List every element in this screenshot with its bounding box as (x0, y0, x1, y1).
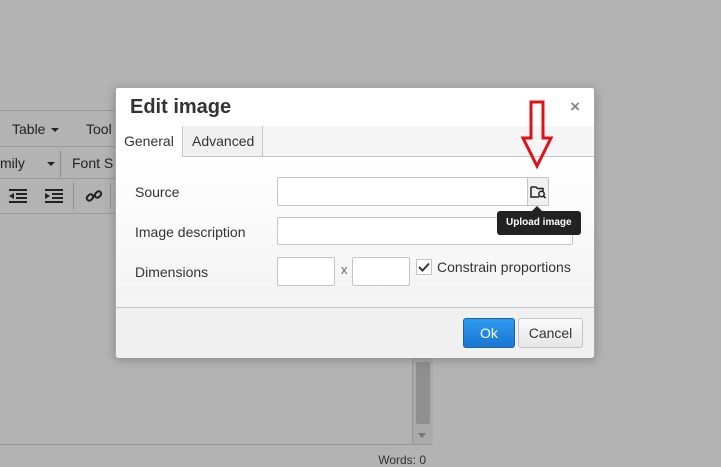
width-input[interactable] (277, 257, 335, 286)
close-icon[interactable]: × (570, 97, 580, 117)
chevron-down-icon (51, 128, 60, 133)
ok-button[interactable]: Ok (463, 318, 515, 348)
editor-statusbar: Words: 0 (0, 444, 432, 467)
link-icon[interactable] (81, 184, 107, 208)
outdent-icon[interactable] (5, 184, 31, 208)
word-count: Words: 0 (378, 453, 426, 467)
description-label: Image description (135, 224, 246, 240)
cancel-button[interactable]: Cancel (518, 318, 583, 348)
source-label: Source (135, 184, 180, 200)
checkmark-icon (418, 262, 430, 272)
toolbar-divider (73, 183, 74, 209)
red-down-arrow-icon (520, 100, 554, 170)
folder-search-icon (530, 185, 546, 199)
dimensions-label: Dimensions (135, 264, 209, 280)
scroll-down-arrow-icon[interactable] (418, 433, 426, 438)
height-input[interactable] (352, 257, 410, 286)
dialog-title: Edit image (130, 96, 232, 118)
font-size-select[interactable]: Font S (72, 155, 113, 171)
tab-advanced[interactable]: Advanced (184, 126, 264, 156)
indent-icon[interactable] (41, 184, 67, 208)
constrain-label[interactable]: Constrain proportions (437, 259, 571, 275)
upload-image-tooltip: Upload image (497, 206, 581, 235)
menu-tools[interactable]: Tool (86, 121, 112, 137)
constrain-checkbox[interactable] (416, 259, 432, 275)
toolbar-divider (110, 183, 111, 209)
tab-general[interactable]: General (116, 126, 183, 157)
toolbar-divider (60, 151, 61, 177)
chevron-down-icon (46, 162, 55, 167)
font-family-select[interactable]: mily (0, 155, 55, 171)
dimensions-separator: x (341, 262, 348, 277)
menu-table[interactable]: Table (12, 121, 60, 137)
dialog-footer: Ok Cancel (116, 307, 594, 358)
browse-button[interactable] (527, 177, 549, 206)
source-input[interactable] (277, 177, 528, 206)
scrollbar-thumb[interactable] (416, 362, 430, 424)
